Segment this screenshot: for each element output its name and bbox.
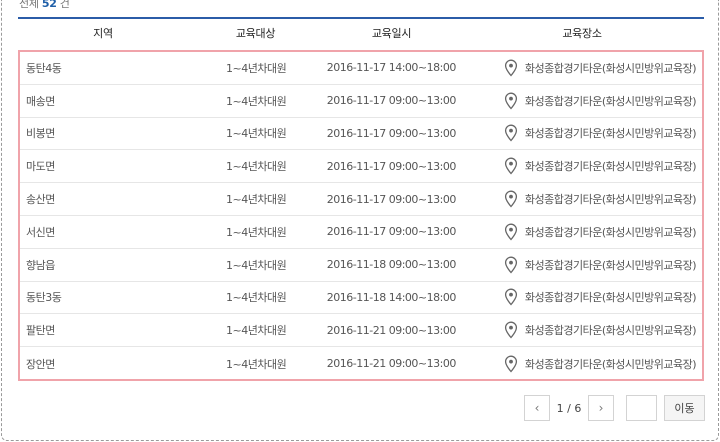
cell-target: 1~4년차대원	[226, 160, 287, 174]
chevron-left-icon: ‹	[534, 401, 540, 415]
place-label: 화성종합경기타운(화성시민방위교육장)	[524, 258, 697, 272]
cell-region: 동탄4동	[26, 61, 62, 75]
map-pin-icon[interactable]	[503, 355, 519, 373]
header-region: 지역	[93, 27, 113, 40]
cell-target: 1~4년차대원	[226, 127, 287, 141]
map-pin-icon[interactable]	[503, 92, 519, 110]
place-label: 화성종합경기타운(화성시민방위교육장)	[524, 193, 697, 207]
cell-region: 향남읍	[26, 258, 55, 272]
table-row: 향남읍 1~4년차대원 2016-11-18 09:00~13:00 화성종합경기타운…	[20, 249, 702, 282]
prev-page-button[interactable]: ‹	[524, 395, 550, 421]
cell-place[interactable]: 화성종합경기타운(화성시민방위교육장)	[459, 321, 702, 339]
cell-region: 서신면	[26, 225, 55, 239]
next-page-button[interactable]: ›	[588, 395, 614, 421]
cell-region: 팔탄면	[26, 324, 55, 338]
cell-datetime: 2016-11-17 09:00~13:00	[326, 159, 457, 173]
table-row: 매송면 1~4년차대원 2016-11-17 09:00~13:00 화성종합경기타운…	[20, 85, 702, 118]
cell-place[interactable]: 화성종합경기타운(화성시민방위교육장)	[459, 92, 702, 110]
cell-region: 송산면	[26, 193, 55, 207]
cell-region: 비봉면	[26, 127, 55, 141]
cell-place[interactable]: 화성종합경기타운(화성시민방위교육장)	[459, 288, 702, 306]
total-count-value: 52	[41, 0, 57, 10]
table-row: 동탄4동 1~4년차대원 2016-11-17 14:00~18:00 화성종합경기타…	[20, 52, 702, 85]
place-label: 화성종합경기타운(화성시민방위교육장)	[524, 127, 697, 141]
cell-region: 마도면	[26, 160, 55, 174]
cell-place[interactable]: 화성종합경기타운(화성시민방위교육장)	[459, 190, 702, 208]
table-row: 서신면 1~4년차대원 2016-11-17 09:00~13:00 화성종합경기타운…	[20, 216, 702, 249]
place-label: 화성종합경기타운(화성시민방위교육장)	[524, 225, 697, 239]
table-header: 지역 교육대상 교육일시 교육장소	[18, 19, 704, 47]
cell-place[interactable]: 화성종합경기타운(화성시민방위교육장)	[459, 157, 702, 175]
cell-target: 1~4년차대원	[226, 225, 287, 239]
cell-datetime: 2016-11-17 14:00~18:00	[326, 61, 457, 75]
table-row: 동탄3동 1~4년차대원 2016-11-18 14:00~18:00 화성종합경기타…	[20, 282, 702, 315]
place-label: 화성종합경기타운(화성시민방위교육장)	[524, 94, 697, 108]
cell-datetime: 2016-11-21 09:00~13:00	[326, 323, 457, 337]
cell-target: 1~4년차대원	[226, 258, 287, 272]
pagination: ‹ 1 / 6 › 이동	[0, 395, 720, 421]
cell-place[interactable]: 화성종합경기타운(화성시민방위교육장)	[459, 256, 702, 274]
cell-region: 장안면	[26, 357, 55, 371]
cell-place[interactable]: 화성종합경기타운(화성시민방위교육장)	[459, 355, 702, 373]
place-label: 화성종합경기타운(화성시민방위교육장)	[524, 324, 697, 338]
place-label: 화성종합경기타운(화성시민방위교육장)	[524, 160, 697, 174]
cell-datetime: 2016-11-17 09:00~13:00	[326, 126, 457, 140]
header-datetime: 교육일시	[371, 27, 412, 40]
cell-region: 동탄3동	[26, 291, 62, 305]
table-row: 송산면 1~4년차대원 2016-11-17 09:00~13:00 화성종합경기타운…	[20, 183, 702, 216]
page-indicator: 1 / 6	[556, 401, 582, 415]
map-pin-icon[interactable]	[503, 223, 519, 241]
map-pin-icon[interactable]	[503, 321, 519, 339]
map-pin-icon[interactable]	[503, 157, 519, 175]
cell-datetime: 2016-11-18 09:00~13:00	[326, 258, 457, 272]
go-button[interactable]: 이동	[664, 395, 705, 421]
cell-place[interactable]: 화성종합경기타운(화성시민방위교육장)	[459, 59, 702, 77]
cell-datetime: 2016-11-17 09:00~13:00	[326, 225, 457, 239]
cell-place[interactable]: 화성종합경기타운(화성시민방위교육장)	[459, 223, 702, 241]
cell-region: 매송면	[26, 94, 55, 108]
place-label: 화성종합경기타운(화성시민방위교육장)	[524, 291, 697, 305]
total-prefix: 전체	[19, 0, 39, 10]
table-row: 팔탄면 1~4년차대원 2016-11-21 09:00~13:00 화성종합경기타운…	[20, 314, 702, 348]
cell-datetime: 2016-11-18 14:00~18:00	[326, 290, 457, 304]
cell-datetime: 2016-11-17 09:00~13:00	[326, 192, 457, 206]
total-suffix: 건	[59, 0, 70, 10]
page-number-input[interactable]	[626, 395, 657, 421]
cell-target: 1~4년차대원	[226, 193, 287, 207]
map-pin-icon[interactable]	[503, 256, 519, 274]
cell-datetime: 2016-11-21 09:00~13:00	[326, 357, 457, 371]
cell-target: 1~4년차대원	[226, 61, 287, 75]
place-label: 화성종합경기타운(화성시민방위교육장)	[524, 61, 697, 75]
map-pin-icon[interactable]	[503, 190, 519, 208]
cell-target: 1~4년차대원	[226, 94, 287, 108]
cell-target: 1~4년차대원	[226, 291, 287, 305]
header-place: 교육장소	[562, 27, 602, 40]
place-label: 화성종합경기타운(화성시민방위교육장)	[524, 357, 697, 371]
header-target: 교육대상	[235, 27, 276, 40]
table-row: 비봉면 1~4년차대원 2016-11-17 09:00~13:00 화성종합경기타운…	[20, 118, 702, 151]
chevron-right-icon: ›	[598, 401, 604, 415]
cell-target: 1~4년차대원	[226, 324, 287, 338]
schedule-table: 동탄4동 1~4년차대원 2016-11-17 14:00~18:00 화성종합경기타…	[18, 50, 704, 381]
cell-target: 1~4년차대원	[226, 357, 287, 371]
map-pin-icon[interactable]	[503, 288, 519, 306]
table-row: 장안면 1~4년차대원 2016-11-21 09:00~13:00 화성종합경기타운…	[20, 347, 702, 380]
total-count: 전체 52 건	[19, 0, 70, 11]
cell-datetime: 2016-11-17 09:00~13:00	[326, 94, 457, 108]
map-pin-icon[interactable]	[503, 59, 519, 77]
table-row: 마도면 1~4년차대원 2016-11-17 09:00~13:00 화성종합경기타운…	[20, 150, 702, 184]
map-pin-icon[interactable]	[503, 124, 519, 142]
cell-place[interactable]: 화성종합경기타운(화성시민방위교육장)	[459, 124, 702, 142]
